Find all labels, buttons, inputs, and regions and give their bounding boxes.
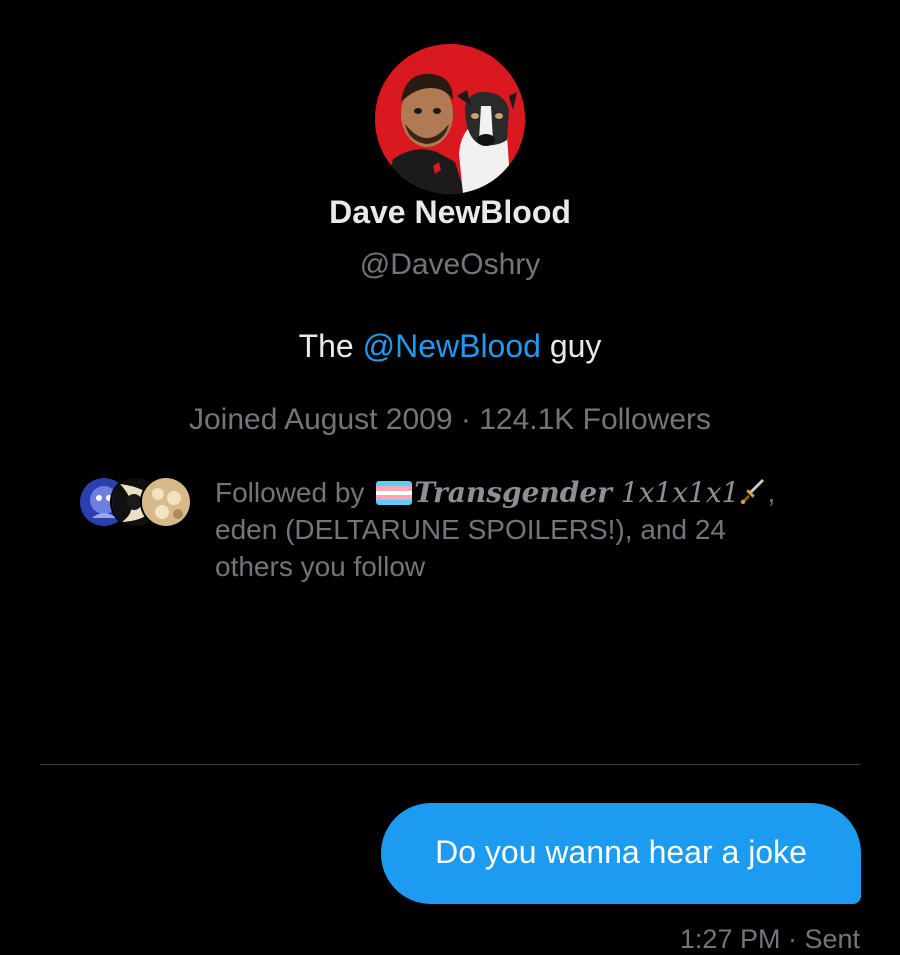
joined-date: Joined August 2009 (188, 403, 453, 436)
follower-name-styled[interactable]: Transgender (414, 476, 612, 509)
message-timestamp: 1:27 PM · Sent (679, 924, 860, 954)
followed-by-prefix: Followed by (215, 477, 373, 508)
user-handle: @DaveOshry (359, 248, 541, 281)
follower-list-line-2: eden (DELTARUNE SPOILERS!), and 24 (215, 514, 726, 545)
bio-suffix: guy (540, 328, 602, 364)
followers-count[interactable]: 124.1K Followers (479, 403, 711, 436)
follower-name-suffix[interactable]: 1x1x1x1 (612, 476, 740, 509)
follower-avatar (140, 476, 192, 528)
conversation-divider (40, 764, 860, 765)
followed-by-avatars[interactable] (78, 476, 192, 528)
follower-list-comma: , (767, 477, 776, 508)
message-bubble[interactable]: Do you wanna hear a joke (381, 803, 861, 904)
profile-avatar-image (375, 44, 525, 194)
bio-prefix: The (298, 328, 363, 364)
message-text: Do you wanna hear a joke (435, 834, 807, 870)
display-name[interactable]: Dave NewBlood (0, 194, 900, 231)
profile-meta: Joined August 2009 · 124.1K Followers (0, 403, 900, 437)
follower-list-line-3: others you follow (215, 551, 426, 582)
meta-separator: · (452, 403, 480, 436)
transgender-flag-icon (376, 481, 413, 505)
bio-mention-link[interactable]: @NewBlood (363, 328, 541, 364)
profile-bio: The @NewBlood guy (0, 328, 900, 365)
profile-avatar[interactable] (375, 44, 525, 194)
dagger-icon (741, 479, 765, 505)
followed-by-text[interactable]: Followed by Transgender 1x1x1x1 , eden (… (215, 474, 815, 585)
